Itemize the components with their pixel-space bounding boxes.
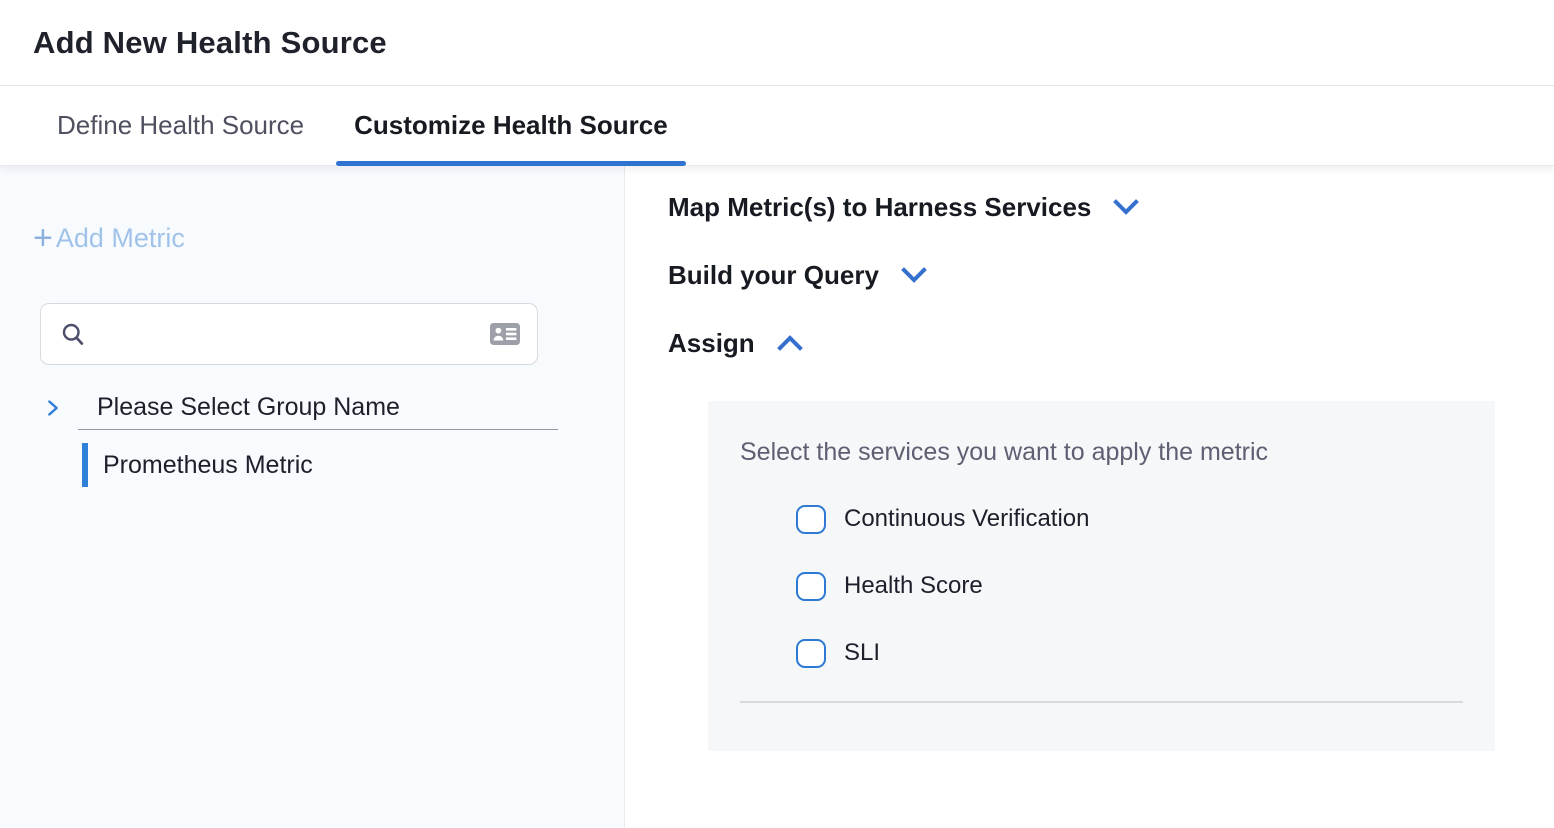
assign-prompt: Select the services you want to apply th… xyxy=(740,438,1495,467)
section-title: Build your Query xyxy=(668,260,879,291)
group-name-label: Please Select Group Name xyxy=(97,393,400,422)
continuous-verification-checkbox[interactable] xyxy=(796,505,826,534)
group-divider xyxy=(78,429,558,430)
page-title: Add New Health Source xyxy=(33,25,387,61)
active-tab-underline xyxy=(336,161,686,166)
health-score-checkbox[interactable] xyxy=(796,572,826,601)
content-area: + Add Metric xyxy=(0,166,1554,827)
section-title: Map Metric(s) to Harness Services xyxy=(668,192,1091,223)
page-header: Add New Health Source xyxy=(0,0,1554,86)
chevron-down-icon[interactable] xyxy=(1109,194,1143,220)
add-metric-label: Add Metric xyxy=(56,223,185,254)
option-label: Health Score xyxy=(844,572,983,600)
chevron-down-icon[interactable] xyxy=(897,262,931,288)
option-health-score: Health Score xyxy=(796,571,1495,601)
tab-bar: Define Health Source Customize Health So… xyxy=(0,86,1554,166)
search-icon xyxy=(59,320,87,348)
plus-icon: + xyxy=(33,221,53,255)
add-metric-button[interactable]: + Add Metric xyxy=(33,221,185,255)
section-build-your-query[interactable]: Build your Query xyxy=(668,260,1554,290)
chevron-up-icon[interactable] xyxy=(773,330,807,356)
search-input[interactable] xyxy=(99,321,489,347)
section-title: Assign xyxy=(668,328,755,359)
tab-customize-health-source[interactable]: Customize Health Source xyxy=(336,86,686,165)
customize-main-panel: Map Metric(s) to Harness Services Build … xyxy=(625,166,1554,827)
assign-panel: Select the services you want to apply th… xyxy=(708,401,1495,751)
assign-panel-divider xyxy=(740,701,1463,703)
option-label: Continuous Verification xyxy=(844,505,1089,533)
option-continuous-verification: Continuous Verification xyxy=(796,504,1495,534)
tab-define-health-source[interactable]: Define Health Source xyxy=(57,86,304,165)
option-sli: SLI xyxy=(796,638,1495,668)
tab-customize-label: Customize Health Source xyxy=(354,110,668,141)
section-assign[interactable]: Assign xyxy=(668,328,1554,358)
sli-checkbox[interactable] xyxy=(796,639,826,668)
contact-card-icon[interactable] xyxy=(489,321,521,347)
group-row-please-select-group-name[interactable]: Please Select Group Name xyxy=(0,393,624,422)
section-map-metrics-to-harness-services[interactable]: Map Metric(s) to Harness Services xyxy=(668,192,1554,222)
metric-item-prometheus-metric[interactable]: Prometheus Metric xyxy=(0,443,624,487)
selected-indicator-bar xyxy=(82,443,88,487)
metrics-sidebar: + Add Metric xyxy=(0,166,625,827)
metric-item-label: Prometheus Metric xyxy=(103,451,313,480)
tab-define-label: Define Health Source xyxy=(57,110,304,141)
chevron-right-icon[interactable] xyxy=(42,396,64,420)
option-label: SLI xyxy=(844,639,880,667)
metric-search-box[interactable] xyxy=(40,303,538,365)
